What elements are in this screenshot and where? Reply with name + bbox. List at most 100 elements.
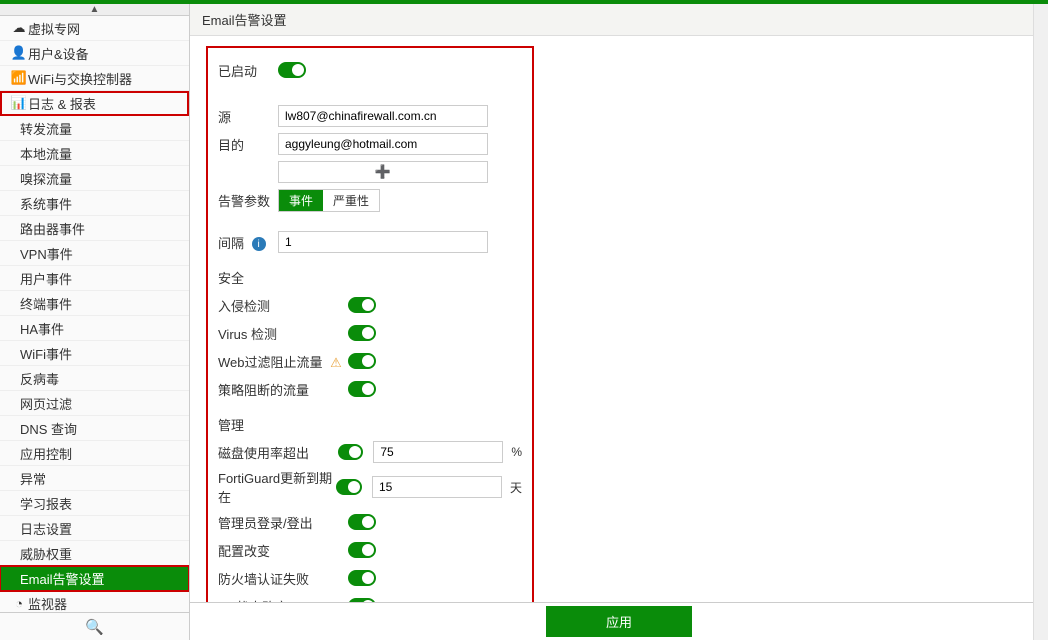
fwauth-toggle[interactable]	[348, 570, 376, 586]
sidebar-item-1[interactable]: 👤用户&设备	[0, 41, 189, 66]
bottom-bar: 应用	[190, 602, 1048, 640]
sidebar-item-5[interactable]: 本地流量	[0, 141, 189, 166]
app-root: ▲ ☁虚拟专网👤用户&设备📶WiFi与交换控制器📊日志 & 报表转发流量本地流量…	[0, 0, 1048, 640]
sidebar-item-label: 系统事件	[20, 194, 72, 213]
sidebar-item-label: 日志 & 报表	[28, 94, 96, 113]
sidebar: ▲ ☁虚拟专网👤用户&设备📶WiFi与交换控制器📊日志 & 报表转发流量本地流量…	[0, 4, 190, 640]
policy-toggle[interactable]	[348, 381, 376, 397]
enabled-label: 已启动	[218, 61, 278, 80]
content-scrollbar[interactable]	[1033, 4, 1048, 640]
webfilter-label: Web过滤阻止流量 ⚠	[218, 352, 348, 371]
source-input[interactable]	[278, 105, 488, 127]
disk-toggle[interactable]	[338, 444, 364, 460]
sidebar-item-19[interactable]: 学习报表	[0, 491, 189, 516]
sidebar-item-14[interactable]: 反病毒	[0, 366, 189, 391]
sidebar-item-label: WiFi事件	[20, 344, 72, 363]
intrusion-toggle[interactable]	[348, 297, 376, 313]
sidebar-item-3[interactable]: 📊日志 & 报表	[0, 91, 189, 116]
disk-input[interactable]	[373, 441, 503, 463]
sidebar-item-label: 用户事件	[20, 269, 72, 288]
sidebar-item-23[interactable]: ◔监视器	[0, 591, 189, 612]
virus-toggle[interactable]	[348, 325, 376, 341]
sidebar-item-11[interactable]: 终端事件	[0, 291, 189, 316]
config-label: 配置改变	[218, 541, 348, 560]
alert-param-tabs: 事件 严重性	[278, 189, 380, 212]
sidebar-footer: 🔍	[0, 612, 189, 640]
disk-label: 磁盘使用率超出	[218, 443, 338, 462]
sidebar-item-label: 转发流量	[20, 119, 72, 138]
sidebar-item-label: Email告警设置	[20, 569, 105, 588]
sidebar-item-16[interactable]: DNS 查询	[0, 416, 189, 441]
enabled-toggle[interactable]	[278, 62, 306, 78]
ha-toggle[interactable]	[348, 598, 376, 602]
nav-icon: 📶	[10, 70, 28, 86]
tab-severity[interactable]: 严重性	[323, 190, 379, 211]
dest-label: 目的	[218, 135, 278, 154]
warning-icon: ⚠	[330, 355, 342, 370]
sidebar-item-label: 本地流量	[20, 144, 72, 163]
forti-label: FortiGuard更新到期在	[218, 468, 336, 506]
sidebar-item-label: HA事件	[20, 319, 64, 338]
intrusion-label: 入侵检测	[218, 296, 348, 315]
sidebar-item-10[interactable]: 用户事件	[0, 266, 189, 291]
search-icon[interactable]: 🔍	[85, 618, 104, 636]
sidebar-scroll: ☁虚拟专网👤用户&设备📶WiFi与交换控制器📊日志 & 报表转发流量本地流量嗅探…	[0, 16, 189, 612]
sidebar-item-9[interactable]: VPN事件	[0, 241, 189, 266]
sidebar-item-label: DNS 查询	[20, 419, 77, 438]
sidebar-item-21[interactable]: 威胁权重	[0, 541, 189, 566]
sidebar-item-13[interactable]: WiFi事件	[0, 341, 189, 366]
admin-toggle[interactable]	[348, 514, 376, 530]
sidebar-scroll-up[interactable]: ▲	[0, 4, 189, 16]
sidebar-item-label: 用户&设备	[28, 44, 89, 63]
apply-button[interactable]: 应用	[546, 606, 692, 637]
virus-label: Virus 检测	[218, 324, 348, 343]
nav-icon: ◔	[10, 596, 28, 611]
sidebar-item-label: 学习报表	[20, 494, 72, 513]
sidebar-item-0[interactable]: ☁虚拟专网	[0, 16, 189, 41]
tab-event[interactable]: 事件	[279, 190, 323, 211]
nav-icon: ☁	[10, 20, 28, 36]
sidebar-item-4[interactable]: 转发流量	[0, 116, 189, 141]
sidebar-item-label: 日志设置	[20, 519, 72, 538]
webfilter-toggle[interactable]	[348, 353, 376, 369]
sidebar-item-8[interactable]: 路由器事件	[0, 216, 189, 241]
forti-unit: 天	[510, 479, 522, 496]
sidebar-item-label: 路由器事件	[20, 219, 85, 238]
add-dest-button[interactable]: ➕	[278, 161, 488, 183]
form-container: 已启动 源 目的 ➕ 告警参数	[206, 46, 534, 602]
section-manage: 管理	[218, 415, 522, 434]
sidebar-item-22[interactable]: Email告警设置	[0, 566, 189, 591]
page-title: Email告警设置	[190, 4, 1048, 36]
sidebar-item-17[interactable]: 应用控制	[0, 441, 189, 466]
config-toggle[interactable]	[348, 542, 376, 558]
sidebar-item-label: 反病毒	[20, 369, 59, 388]
admin-label: 管理员登录/登出	[218, 513, 348, 532]
sidebar-item-label: 监视器	[28, 594, 67, 613]
sidebar-item-label: VPN事件	[20, 244, 73, 263]
sidebar-item-7[interactable]: 系统事件	[0, 191, 189, 216]
sidebar-item-2[interactable]: 📶WiFi与交换控制器	[0, 66, 189, 91]
forti-input[interactable]	[372, 476, 502, 498]
nav-icon: 📊	[10, 95, 28, 111]
dest-input[interactable]	[278, 133, 488, 155]
sidebar-item-15[interactable]: 网页过滤	[0, 391, 189, 416]
forti-toggle[interactable]	[336, 479, 362, 495]
sidebar-item-label: 终端事件	[20, 294, 72, 313]
sidebar-item-label: WiFi与交换控制器	[28, 69, 132, 88]
alert-param-label: 告警参数	[218, 191, 278, 210]
disk-unit: %	[511, 445, 522, 459]
source-label: 源	[218, 107, 278, 126]
policy-label: 策略阻断的流量	[218, 380, 348, 399]
sidebar-item-20[interactable]: 日志设置	[0, 516, 189, 541]
sidebar-item-label: 网页过滤	[20, 394, 72, 413]
interval-input[interactable]	[278, 231, 488, 253]
sidebar-item-label: 应用控制	[20, 444, 72, 463]
info-icon[interactable]: i	[252, 237, 266, 251]
sidebar-item-12[interactable]: HA事件	[0, 316, 189, 341]
sidebar-item-18[interactable]: 异常	[0, 466, 189, 491]
sidebar-item-label: 嗅探流量	[20, 169, 72, 188]
sidebar-item-6[interactable]: 嗅探流量	[0, 166, 189, 191]
sidebar-item-label: 虚拟专网	[28, 19, 80, 38]
content: Email告警设置 已启动 源 目的 ➕	[190, 4, 1048, 640]
fwauth-label: 防火墙认证失败	[218, 569, 348, 588]
